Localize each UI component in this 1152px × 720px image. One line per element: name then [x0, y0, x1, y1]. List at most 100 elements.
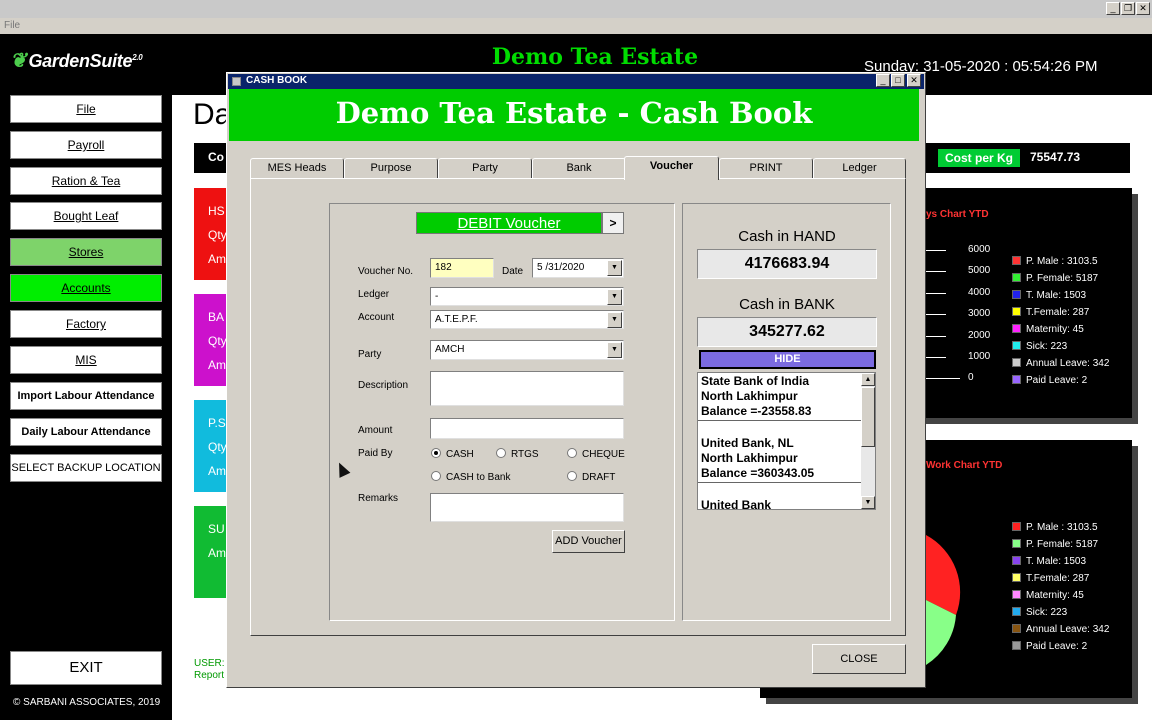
legend-swatch — [1012, 324, 1021, 333]
chevron-down-icon[interactable]: ▼ — [861, 496, 875, 509]
chevron-down-icon[interactable]: ▼ — [607, 342, 622, 358]
legend-swatch — [1012, 307, 1021, 316]
scrollbar-thumb[interactable] — [861, 387, 875, 447]
legend-label: Annual Leave: 342 — [1026, 624, 1110, 635]
paid-by-draft-radio[interactable]: DRAFT — [567, 471, 615, 483]
cost-per-kg-value: 75547.73 — [1030, 150, 1081, 164]
legend-label: Paid Leave: 2 — [1026, 641, 1088, 652]
remarks-field[interactable] — [430, 493, 624, 522]
legend-label: P. Male : 3103.5 — [1026, 256, 1098, 267]
summary-card: P.S Qty Am — [194, 400, 230, 492]
sidebar-item-import-attendance[interactable]: Import Labour Attendance — [10, 382, 162, 410]
date-picker[interactable]: 5 /31/2020 ▼ — [532, 258, 624, 278]
legend-label: P. Female: 5187 — [1026, 539, 1099, 550]
sidebar-item-stores[interactable]: Stores — [10, 238, 162, 266]
paid-by-cheque-radio[interactable]: CHEQUE — [567, 448, 625, 460]
dialog-close-icon[interactable]: ✕ — [907, 74, 921, 87]
voucher-type-label[interactable]: DEBIT Voucher — [416, 212, 602, 234]
summary-card: HS Qty Am — [194, 188, 230, 280]
sidebar-item-factory[interactable]: Factory — [10, 310, 162, 338]
y-tick-label: 5000 — [968, 265, 991, 277]
voucher-type-next-button[interactable]: > — [602, 212, 624, 234]
sidebar-item-bought-leaf[interactable]: Bought Leaf — [10, 202, 162, 230]
legend-swatch — [1012, 522, 1021, 531]
ledger-label: Ledger — [358, 289, 390, 300]
list-item[interactable]: United Bank — [698, 497, 861, 509]
sidebar-item-ration-tea[interactable]: Ration & Tea — [10, 167, 162, 195]
legend-item: T. Male: 1503 — [1012, 553, 1109, 570]
paid-by-cash-to-bank-radio[interactable]: CASH to Bank — [431, 471, 510, 483]
close-button[interactable]: CLOSE — [812, 644, 906, 674]
chart-title: Work Chart YTD — [926, 460, 1003, 471]
radio-selected-icon[interactable] — [431, 448, 441, 458]
date-label: Date — [502, 266, 524, 277]
tab-ledger[interactable]: Ledger — [813, 158, 906, 178]
tick-line — [926, 378, 960, 380]
tab-mes-heads[interactable]: MES Heads — [250, 158, 344, 178]
legend-item: Maternity: 45 — [1012, 321, 1109, 338]
bank-list-scrollbar[interactable]: ▲ ▼ — [861, 373, 875, 509]
cost-bar-label: Co — [208, 150, 224, 164]
radio-icon[interactable] — [496, 448, 506, 458]
sidebar-item-payroll[interactable]: Payroll — [10, 131, 162, 159]
sidebar-item-file[interactable]: File — [10, 95, 162, 123]
legend-label: T. Male: 1503 — [1026, 290, 1087, 301]
description-label: Description — [358, 380, 409, 391]
paid-by-label: Paid By — [358, 448, 393, 459]
exit-button[interactable]: EXIT — [10, 651, 162, 685]
tab-purpose[interactable]: Purpose — [344, 158, 438, 178]
sidebar-item-backup-location[interactable]: SELECT BACKUP LOCATION — [10, 454, 162, 482]
list-item[interactable]: State Bank of India North Lakhimpur Bala… — [698, 373, 861, 421]
dialog-banner: Demo Tea Estate - Cash Book — [229, 89, 919, 141]
tab-print[interactable]: PRINT — [719, 158, 813, 178]
legend-item: Annual Leave: 342 — [1012, 355, 1109, 372]
tick-line — [926, 335, 946, 337]
amount-field[interactable] — [430, 418, 624, 439]
legend-item: P. Male : 3103.5 — [1012, 253, 1109, 270]
legend-item: P. Female: 5187 — [1012, 270, 1109, 287]
sidebar-item-daily-attendance[interactable]: Daily Labour Attendance — [10, 418, 162, 446]
close-icon[interactable]: ✕ — [1136, 2, 1150, 15]
tab-bank[interactable]: Bank — [532, 158, 626, 178]
tab-party[interactable]: Party — [438, 158, 532, 178]
menu-file[interactable]: File — [4, 20, 20, 31]
legend-swatch — [1012, 607, 1021, 616]
paid-by-rtgs-radio[interactable]: RTGS — [496, 448, 539, 460]
chevron-down-icon[interactable]: ▼ — [607, 312, 622, 328]
ledger-select[interactable]: - ▼ — [430, 287, 624, 306]
y-tick-label: 4000 — [968, 286, 991, 298]
legend-label: Sick: 223 — [1026, 341, 1068, 352]
dialog-minimize-icon[interactable]: _ — [876, 74, 890, 87]
description-field[interactable] — [430, 371, 624, 406]
legend-label: Maternity: 45 — [1026, 590, 1084, 601]
summary-card: SU Am — [194, 506, 230, 598]
add-voucher-button[interactable]: ADD Voucher — [552, 530, 625, 553]
radio-icon[interactable] — [431, 471, 441, 481]
chevron-down-icon[interactable]: ▼ — [607, 289, 622, 305]
legend-item: P. Female: 5187 — [1012, 536, 1109, 553]
chevron-up-icon[interactable]: ▲ — [861, 373, 875, 386]
account-select[interactable]: A.T.E.P.F. ▼ — [430, 310, 624, 329]
legend-swatch — [1012, 624, 1021, 633]
list-item[interactable]: United Bank, NL North Lakhimpur Balance … — [698, 435, 861, 483]
radio-icon[interactable] — [567, 471, 577, 481]
paid-by-cash-radio[interactable]: CASH — [431, 448, 474, 460]
legend-swatch — [1012, 375, 1021, 384]
y-tick-label: 3000 — [968, 308, 991, 320]
minimize-icon[interactable]: _ — [1106, 2, 1120, 15]
radio-icon[interactable] — [567, 448, 577, 458]
legend-swatch — [1012, 539, 1021, 548]
legend-swatch — [1012, 290, 1021, 299]
voucher-no-field[interactable]: 182 — [430, 258, 494, 278]
sidebar-item-accounts[interactable]: Accounts — [10, 274, 162, 302]
bank-balance-list[interactable]: State Bank of India North Lakhimpur Bala… — [697, 372, 876, 510]
restore-icon[interactable]: ❐ — [1121, 2, 1135, 15]
sidebar-item-mis[interactable]: MIS — [10, 346, 162, 374]
dialog-maximize-icon[interactable]: □ — [891, 74, 905, 87]
chevron-down-icon[interactable]: ▼ — [607, 260, 622, 276]
tab-voucher[interactable]: Voucher — [624, 156, 719, 180]
remarks-label: Remarks — [358, 493, 399, 504]
legend-label: T.Female: 287 — [1026, 307, 1090, 318]
hide-button[interactable]: HIDE — [699, 350, 876, 369]
party-select[interactable]: AMCH ▼ — [430, 340, 624, 360]
